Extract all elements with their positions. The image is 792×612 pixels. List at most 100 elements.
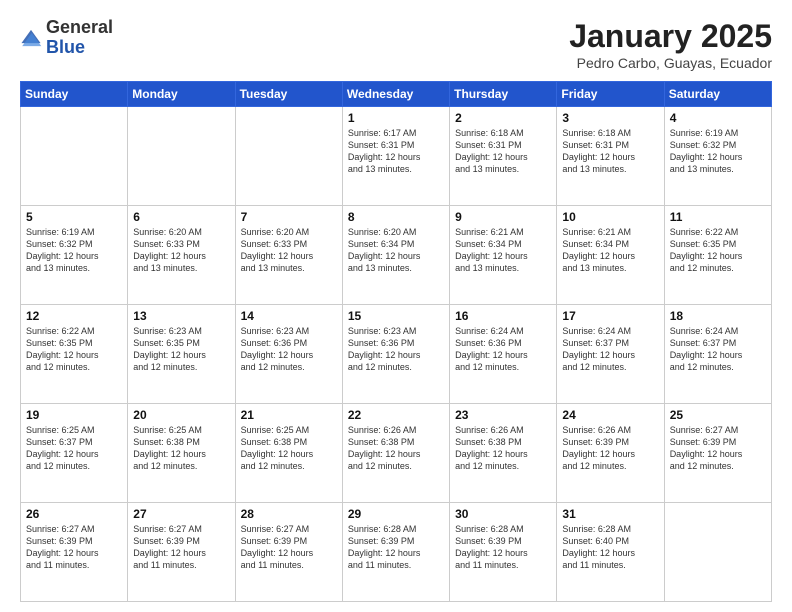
- day-info: Sunrise: 6:27 AM Sunset: 6:39 PM Dayligh…: [241, 523, 337, 572]
- calendar-week-row: 19 Sunrise: 6:25 AM Sunset: 6:37 PM Dayli…: [21, 404, 772, 503]
- day-number: 20: [133, 408, 229, 422]
- day-number: 1: [348, 111, 444, 125]
- table-row: 21Sunrise: 6:25 AM Sunset: 6:38 PM Dayli…: [235, 404, 342, 503]
- table-row: 5 Sunrise: 6:19 AM Sunset: 6:32 PM Daylig…: [21, 206, 128, 305]
- table-row: 29 Sunrise: 6:28 AM Sunset: 6:39 PM Dayli…: [342, 503, 449, 602]
- table-row: 12 Sunrise: 6:22 AM Sunset: 6:35 PM Dayli…: [21, 305, 128, 404]
- day-info: Sunrise: 6:23 AM Sunset: 6:36 PM Dayligh…: [241, 325, 337, 374]
- day-info: Sunrise: 6:27 AM Sunset: 6:39 PM Dayligh…: [670, 424, 766, 473]
- day-info: Sunrise: 6:22 AM Sunset: 6:35 PM Dayligh…: [26, 325, 122, 374]
- day-info: Sunrise: 6:21 AM Sunset: 6:34 PM Dayligh…: [562, 226, 658, 275]
- day-number: 16: [455, 309, 551, 323]
- day-number: 18: [670, 309, 766, 323]
- table-row: 2 Sunrise: 6:18 AM Sunset: 6:31 PM Daylig…: [450, 107, 557, 206]
- day-number: 10: [562, 210, 658, 224]
- calendar-title: January 2025: [569, 18, 772, 55]
- day-number: 12: [26, 309, 122, 323]
- table-row: 15Sunrise: 6:23 AM Sunset: 6:36 PM Dayli…: [342, 305, 449, 404]
- table-row: 10 Sunrise: 6:21 AM Sunset: 6:34 PM Dayli…: [557, 206, 664, 305]
- day-number: 8: [348, 210, 444, 224]
- calendar-table: Sunday Monday Tuesday Wednesday Thursday…: [20, 81, 772, 602]
- page: General Blue January 2025 Pedro Carbo, G…: [0, 0, 792, 612]
- day-number: 27: [133, 507, 229, 521]
- day-info: Sunrise: 6:27 AM Sunset: 6:39 PM Dayligh…: [26, 523, 122, 572]
- table-row: 11 Sunrise: 6:22 AM Sunset: 6:35 PM Dayli…: [664, 206, 771, 305]
- day-info: Sunrise: 6:25 AM Sunset: 6:38 PM Dayligh…: [133, 424, 229, 473]
- day-info: Sunrise: 6:24 AM Sunset: 6:37 PM Dayligh…: [670, 325, 766, 374]
- calendar-week-row: 26 Sunrise: 6:27 AM Sunset: 6:39 PM Dayli…: [21, 503, 772, 602]
- logo-icon: [20, 27, 42, 49]
- day-number: 6: [133, 210, 229, 224]
- day-info: Sunrise: 6:18 AM Sunset: 6:31 PM Dayligh…: [562, 127, 658, 176]
- day-number: 26: [26, 507, 122, 521]
- day-info: Sunrise: 6:20 AM Sunset: 6:33 PM Dayligh…: [241, 226, 337, 275]
- day-info: Sunrise: 6:23 AM Sunset: 6:35 PM Dayligh…: [133, 325, 229, 374]
- calendar-week-row: 1 Sunrise: 6:17 AM Sunset: 6:31 PM Daylig…: [21, 107, 772, 206]
- table-row: 9 Sunrise: 6:21 AM Sunset: 6:34 PM Daylig…: [450, 206, 557, 305]
- calendar-week-row: 5 Sunrise: 6:19 AM Sunset: 6:32 PM Daylig…: [21, 206, 772, 305]
- day-number: 13: [133, 309, 229, 323]
- table-row: 18 Sunrise: 6:24 AM Sunset: 6:37 PM Dayli…: [664, 305, 771, 404]
- day-number: 31: [562, 507, 658, 521]
- table-row: 4 Sunrise: 6:19 AM Sunset: 6:32 PM Daylig…: [664, 107, 771, 206]
- day-number: 11: [670, 210, 766, 224]
- logo-general-text: General: [46, 18, 113, 38]
- table-row: [21, 107, 128, 206]
- calendar-location: Pedro Carbo, Guayas, Ecuador: [569, 55, 772, 71]
- day-info: Sunrise: 6:28 AM Sunset: 6:39 PM Dayligh…: [348, 523, 444, 572]
- day-number: 28: [241, 507, 337, 521]
- table-row: 6 Sunrise: 6:20 AM Sunset: 6:33 PM Daylig…: [128, 206, 235, 305]
- table-row: 28 Sunrise: 6:27 AM Sunset: 6:39 PM Dayli…: [235, 503, 342, 602]
- day-number: 17: [562, 309, 658, 323]
- day-number: 15: [348, 309, 444, 323]
- day-info: Sunrise: 6:19 AM Sunset: 6:32 PM Dayligh…: [670, 127, 766, 176]
- table-row: 27Sunrise: 6:27 AM Sunset: 6:39 PM Dayli…: [128, 503, 235, 602]
- table-row: 8Sunrise: 6:20 AM Sunset: 6:34 PM Daylig…: [342, 206, 449, 305]
- day-number: 23: [455, 408, 551, 422]
- logo-blue-text: Blue: [46, 38, 113, 58]
- day-number: 29: [348, 507, 444, 521]
- table-row: 14Sunrise: 6:23 AM Sunset: 6:36 PM Dayli…: [235, 305, 342, 404]
- day-info: Sunrise: 6:18 AM Sunset: 6:31 PM Dayligh…: [455, 127, 551, 176]
- day-info: Sunrise: 6:17 AM Sunset: 6:31 PM Dayligh…: [348, 127, 444, 176]
- day-number: 21: [241, 408, 337, 422]
- header-thursday: Thursday: [450, 82, 557, 107]
- day-number: 19: [26, 408, 122, 422]
- day-info: Sunrise: 6:26 AM Sunset: 6:38 PM Dayligh…: [348, 424, 444, 473]
- table-row: 23Sunrise: 6:26 AM Sunset: 6:38 PM Dayli…: [450, 404, 557, 503]
- day-info: Sunrise: 6:24 AM Sunset: 6:37 PM Dayligh…: [562, 325, 658, 374]
- day-number: 7: [241, 210, 337, 224]
- day-info: Sunrise: 6:24 AM Sunset: 6:36 PM Dayligh…: [455, 325, 551, 374]
- header-sunday: Sunday: [21, 82, 128, 107]
- day-info: Sunrise: 6:19 AM Sunset: 6:32 PM Dayligh…: [26, 226, 122, 275]
- table-row: 31 Sunrise: 6:28 AM Sunset: 6:40 PM Dayli…: [557, 503, 664, 602]
- table-row: 7 Sunrise: 6:20 AM Sunset: 6:33 PM Daylig…: [235, 206, 342, 305]
- table-row: 30Sunrise: 6:28 AM Sunset: 6:39 PM Dayli…: [450, 503, 557, 602]
- day-info: Sunrise: 6:20 AM Sunset: 6:33 PM Dayligh…: [133, 226, 229, 275]
- header-friday: Friday: [557, 82, 664, 107]
- header-wednesday: Wednesday: [342, 82, 449, 107]
- header-saturday: Saturday: [664, 82, 771, 107]
- day-number: 5: [26, 210, 122, 224]
- table-row: 26 Sunrise: 6:27 AM Sunset: 6:39 PM Dayli…: [21, 503, 128, 602]
- table-row: [128, 107, 235, 206]
- day-number: 24: [562, 408, 658, 422]
- day-info: Sunrise: 6:28 AM Sunset: 6:40 PM Dayligh…: [562, 523, 658, 572]
- day-info: Sunrise: 6:25 AM Sunset: 6:37 PM Dayligh…: [26, 424, 122, 473]
- day-info: Sunrise: 6:26 AM Sunset: 6:39 PM Dayligh…: [562, 424, 658, 473]
- logo-text: General Blue: [46, 18, 113, 58]
- day-number: 2: [455, 111, 551, 125]
- day-number: 30: [455, 507, 551, 521]
- day-number: 4: [670, 111, 766, 125]
- table-row: 25Sunrise: 6:27 AM Sunset: 6:39 PM Dayli…: [664, 404, 771, 503]
- day-number: 9: [455, 210, 551, 224]
- day-number: 3: [562, 111, 658, 125]
- day-info: Sunrise: 6:21 AM Sunset: 6:34 PM Dayligh…: [455, 226, 551, 275]
- calendar-week-row: 12 Sunrise: 6:22 AM Sunset: 6:35 PM Dayli…: [21, 305, 772, 404]
- weekday-header-row: Sunday Monday Tuesday Wednesday Thursday…: [21, 82, 772, 107]
- header: General Blue January 2025 Pedro Carbo, G…: [20, 18, 772, 71]
- table-row: 19 Sunrise: 6:25 AM Sunset: 6:37 PM Dayli…: [21, 404, 128, 503]
- title-block: January 2025 Pedro Carbo, Guayas, Ecuado…: [569, 18, 772, 71]
- table-row: 24 Sunrise: 6:26 AM Sunset: 6:39 PM Dayli…: [557, 404, 664, 503]
- day-info: Sunrise: 6:22 AM Sunset: 6:35 PM Dayligh…: [670, 226, 766, 275]
